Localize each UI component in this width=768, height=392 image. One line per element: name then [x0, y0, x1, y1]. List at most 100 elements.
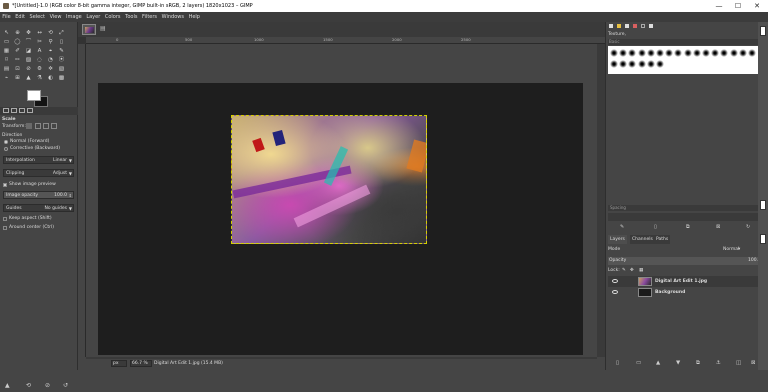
brush-preview[interactable] [646, 60, 655, 68]
image-opacity-slider[interactable]: Image opacity 100.0 ⇕ [3, 191, 74, 199]
brushes-tab-icon[interactable] [609, 24, 613, 28]
tool-icon[interactable]: ◪ [25, 48, 32, 55]
raise-layer-icon[interactable]: ▲ [656, 360, 660, 366]
transform-layer-icon[interactable] [26, 123, 32, 129]
tool-icon[interactable]: ▩ [58, 75, 65, 82]
save-options-icon[interactable]: ▲ [5, 382, 10, 389]
tool-icon[interactable]: ⚙ [36, 66, 43, 73]
tool-icon[interactable]: ◔ [47, 57, 54, 64]
menu-edit[interactable]: Edit [13, 12, 27, 22]
delete-brush-icon[interactable]: ⊠ [716, 224, 720, 230]
layer-row[interactable]: Background [608, 287, 758, 298]
brush-preview[interactable] [656, 49, 664, 57]
tool-icon[interactable]: ⊡ [14, 66, 21, 73]
menu-help[interactable]: Help [186, 12, 202, 22]
brush-preview[interactable] [674, 49, 683, 57]
tool-icon[interactable]: ⤢ [58, 30, 65, 37]
layer-opacity-slider[interactable]: Opacity 100.0 [608, 257, 761, 265]
tool-icon[interactable]: ▨ [25, 57, 32, 64]
vertical-ruler[interactable] [78, 44, 86, 359]
brush-preview[interactable] [610, 60, 618, 68]
tool-icon[interactable]: ⊘ [25, 66, 32, 73]
palettes-tab-icon[interactable] [649, 24, 653, 28]
tool-icon[interactable]: ⌖ [47, 48, 54, 55]
tool-icon[interactable]: ▲ [25, 75, 32, 82]
mask-layer-icon[interactable]: ◫ [736, 360, 741, 366]
device-status-tab-icon[interactable] [11, 108, 17, 113]
brush-preview[interactable] [637, 49, 646, 57]
tool-icon[interactable]: ✐ [14, 48, 21, 55]
image-tab-thumbnail[interactable] [82, 24, 96, 35]
canvas-viewport[interactable] [86, 44, 597, 359]
transform-path-icon[interactable] [43, 123, 49, 129]
lock-position-icon[interactable]: ✥ [630, 267, 634, 275]
patterns-tab-icon[interactable] [617, 24, 621, 28]
tool-icon[interactable]: ⦿ [58, 57, 65, 64]
maximize-button[interactable]: ☐ [729, 0, 747, 12]
interpolation-select[interactable]: Interpolation Linear ▼ [3, 156, 74, 164]
dock-thumbnail[interactable] [760, 26, 766, 36]
direction-normal-radio[interactable] [4, 140, 8, 144]
tab-channels[interactable]: Channels [630, 235, 655, 244]
tool-icon[interactable]: ⌑ [3, 57, 10, 64]
brush-filter-select[interactable]: Basic [608, 39, 758, 45]
tool-icon[interactable]: ⚲ [47, 39, 54, 46]
dock-thumbnail[interactable] [760, 200, 766, 210]
tab-layers[interactable]: Layers [608, 235, 627, 244]
tool-options-tab-icon[interactable] [3, 108, 9, 113]
brush-preview[interactable] [610, 49, 618, 57]
brush-preview[interactable] [646, 49, 655, 57]
menu-file[interactable]: File [0, 12, 13, 22]
duplicate-layer-icon[interactable]: ⧉ [696, 360, 700, 367]
image-layer-digital-art[interactable] [231, 115, 427, 244]
menu-tools[interactable]: Tools [123, 12, 140, 22]
document-history-tab-icon[interactable] [641, 24, 645, 28]
delete-options-icon[interactable]: ⊘ [45, 382, 50, 389]
tool-icon[interactable]: ⌁ [3, 75, 10, 82]
lower-layer-icon[interactable]: ▼ [676, 360, 680, 366]
clipping-select[interactable]: Clipping Adjust ▼ [3, 169, 74, 177]
around-center-checkbox[interactable] [3, 226, 7, 230]
layer-mode-row[interactable]: Mode Normal ▾ [608, 246, 758, 254]
brush-preview[interactable] [637, 60, 646, 68]
brush-preview[interactable] [720, 49, 729, 57]
brush-preview[interactable] [619, 49, 628, 57]
edit-brush-icon[interactable]: ✎ [620, 224, 624, 230]
tool-icon[interactable]: ▤ [3, 66, 10, 73]
new-layer-icon[interactable]: ▯ [616, 360, 619, 366]
tool-icon[interactable]: ▯ [58, 39, 65, 46]
brush-preview[interactable] [656, 60, 664, 68]
brush-spacing-slider[interactable]: Spacing [608, 205, 758, 211]
brush-preview[interactable] [729, 49, 738, 57]
gradients-tab-icon[interactable] [633, 24, 637, 28]
fg-bg-colors[interactable] [26, 90, 50, 108]
foreground-color-swatch[interactable] [27, 90, 41, 101]
delete-layer-icon[interactable]: ⊠ [751, 360, 756, 366]
lock-pixels-icon[interactable]: ✎ [622, 267, 626, 275]
tool-icon[interactable]: A [36, 48, 43, 55]
dock-thumbnail[interactable] [760, 234, 766, 244]
tool-icon[interactable]: ↔ [36, 30, 43, 37]
tab-paths[interactable]: Paths [654, 235, 671, 244]
menu-image[interactable]: Image [64, 12, 84, 22]
tool-icon[interactable]: ⟲ [47, 30, 54, 37]
new-brush-icon[interactable]: ▯ [654, 224, 657, 230]
visibility-eye-icon[interactable] [612, 290, 618, 294]
brush-preview[interactable] [619, 60, 628, 68]
anchor-layer-icon[interactable]: ⚓ [716, 360, 721, 366]
menu-filters[interactable]: Filters [140, 12, 160, 22]
undo-history-tab-icon[interactable] [19, 108, 25, 113]
reset-options-icon[interactable]: ↺ [63, 382, 68, 389]
transform-selection-icon[interactable] [35, 123, 41, 129]
brush-preview[interactable] [702, 49, 710, 57]
brush-preview[interactable] [738, 49, 747, 57]
brush-preview[interactable] [665, 49, 674, 57]
minimize-button[interactable]: — [710, 0, 728, 12]
brushes-grid[interactable] [608, 46, 758, 74]
brush-preview[interactable] [692, 49, 701, 57]
tool-icon[interactable]: ✏ [14, 57, 21, 64]
tool-icon[interactable]: ↖ [3, 30, 10, 37]
show-preview-checkbox[interactable] [3, 183, 7, 187]
brush-preview[interactable] [683, 49, 692, 57]
new-group-icon[interactable]: ▭ [636, 360, 641, 366]
